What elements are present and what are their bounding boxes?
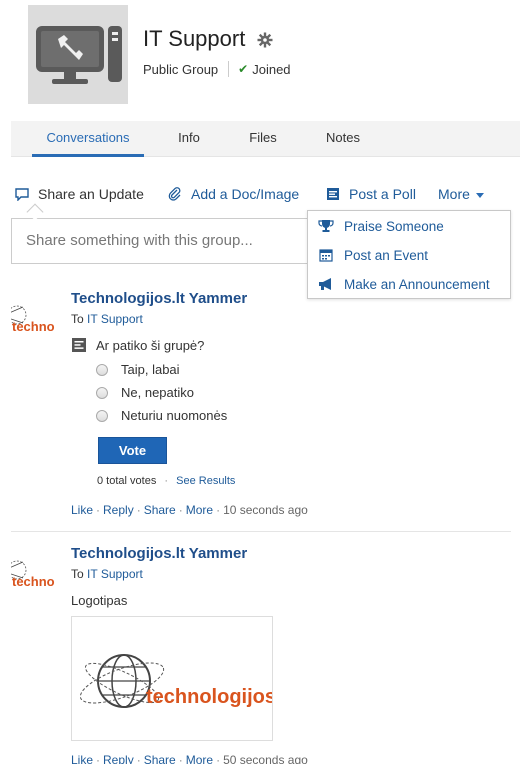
post-poll-button[interactable]: Post a Poll [326, 186, 416, 202]
chevron-down-icon [475, 192, 484, 198]
technologijos-logo-image: technologijos.lt [79, 654, 294, 708]
group-tabs: Conversations Info Files Notes [11, 121, 520, 157]
add-doc-button[interactable]: Add a Doc/Image [168, 186, 299, 202]
to-group-link[interactable]: IT Support [87, 312, 143, 326]
radio-button[interactable] [96, 409, 108, 422]
post-timestamp[interactable]: 50 seconds ago [223, 753, 308, 764]
computer-icon [36, 26, 122, 84]
reply-link[interactable]: Reply [103, 503, 134, 517]
menu-item-announcement-label: Make an Announcement [344, 276, 490, 292]
like-link[interactable]: Like [71, 503, 93, 517]
to-group-link[interactable]: IT Support [87, 567, 143, 581]
poll-question-text: Ar patiko ši grupė? [96, 337, 205, 353]
total-votes: 0 total votes [97, 475, 157, 487]
more-dropdown-menu: Praise Someone Post an Event Make an Ann… [307, 210, 511, 299]
radio-button[interactable] [96, 363, 108, 376]
post-actions: Like · Reply · Share · More · 10 seconds ago [71, 503, 308, 517]
tab-info[interactable]: Info [169, 121, 209, 157]
poll-option[interactable]: Ne, nepatiko [96, 385, 194, 400]
poll-option[interactable]: Taip, labai [96, 362, 180, 377]
paperclip-icon [168, 187, 181, 201]
more-link[interactable]: More [186, 503, 213, 517]
menu-item-event[interactable]: Post an Event [318, 245, 428, 265]
vote-button[interactable]: Vote [98, 437, 167, 464]
joined-status[interactable]: Joined [252, 62, 290, 77]
post-author[interactable]: Technologijos.lt Yammer [71, 290, 247, 307]
poll-option-label: Neturiu nuomonės [121, 408, 228, 423]
poll-question: Ar patiko ši grupė? [71, 337, 204, 353]
tab-notes[interactable]: Notes [322, 121, 364, 157]
menu-item-announcement[interactable]: Make an Announcement [318, 274, 490, 294]
check-icon: ✔ [238, 62, 249, 76]
share-input[interactable]: Share something with this group... [11, 218, 313, 264]
post-poll-label: Post a Poll [349, 186, 416, 202]
poll-option-label: Taip, labai [121, 362, 180, 377]
share-update-label: Share an Update [38, 186, 144, 202]
to-prefix: To [71, 312, 84, 326]
more-link[interactable]: More [186, 753, 213, 764]
post-author[interactable]: Technologijos.lt Yammer [71, 545, 247, 562]
author-avatar[interactable]: techno [11, 548, 59, 594]
to-prefix: To [71, 567, 84, 581]
share-link[interactable]: Share [144, 753, 176, 764]
techno-logo-icon: techno [11, 305, 55, 334]
speech-bubble-icon [15, 187, 29, 201]
more-button[interactable]: More [438, 186, 484, 202]
menu-item-praise[interactable]: Praise Someone [318, 216, 444, 236]
poll-summary: 0 total votes · See Results [97, 475, 236, 487]
poll-option[interactable]: Neturiu nuomonės [96, 408, 227, 423]
reply-link[interactable]: Reply [103, 753, 134, 764]
group-avatar [28, 5, 128, 104]
trophy-icon [318, 220, 334, 232]
calendar-icon [319, 249, 333, 262]
megaphone-icon [319, 278, 331, 290]
share-link[interactable]: Share [144, 503, 176, 517]
logo-text: technologijos.lt [146, 686, 272, 708]
menu-item-praise-label: Praise Someone [344, 218, 444, 234]
poll-option-label: Ne, nepatiko [121, 385, 194, 400]
avatar-text: techno [12, 319, 55, 334]
tab-files[interactable]: Files [243, 121, 283, 157]
poll-icon [72, 338, 86, 352]
post-recipient: To IT Support [71, 567, 143, 581]
see-results-link[interactable]: See Results [176, 475, 235, 487]
poll-icon [327, 188, 339, 200]
add-doc-label: Add a Doc/Image [191, 186, 300, 202]
menu-item-event-label: Post an Event [344, 247, 429, 263]
gear-icon[interactable] [257, 32, 273, 51]
group-title: IT Support [143, 26, 246, 51]
techno-logo-icon: techno [11, 560, 55, 589]
group-meta: Public Group ✔ Joined [143, 61, 291, 77]
post-actions: Like · Reply · Share · More · 50 seconds ago [71, 753, 308, 764]
like-link[interactable]: Like [71, 753, 93, 764]
post-divider [11, 531, 511, 532]
radio-button[interactable] [96, 386, 108, 399]
post-body: Logotipas [71, 593, 128, 608]
post-timestamp[interactable]: 10 seconds ago [223, 503, 308, 517]
avatar-text: techno [12, 574, 55, 589]
publisher-bar: Share an Update Add a Doc/Image Post a P… [0, 186, 520, 206]
post-recipient: To IT Support [71, 312, 143, 326]
tab-conversations[interactable]: Conversations [32, 121, 144, 157]
author-avatar[interactable]: techno [11, 293, 59, 339]
more-label: More [438, 186, 470, 202]
group-visibility: Public Group [143, 61, 219, 77]
image-attachment[interactable]: technologijos.lt [71, 616, 294, 741]
share-update-button[interactable]: Share an Update [15, 186, 144, 202]
meta-divider [228, 61, 230, 77]
